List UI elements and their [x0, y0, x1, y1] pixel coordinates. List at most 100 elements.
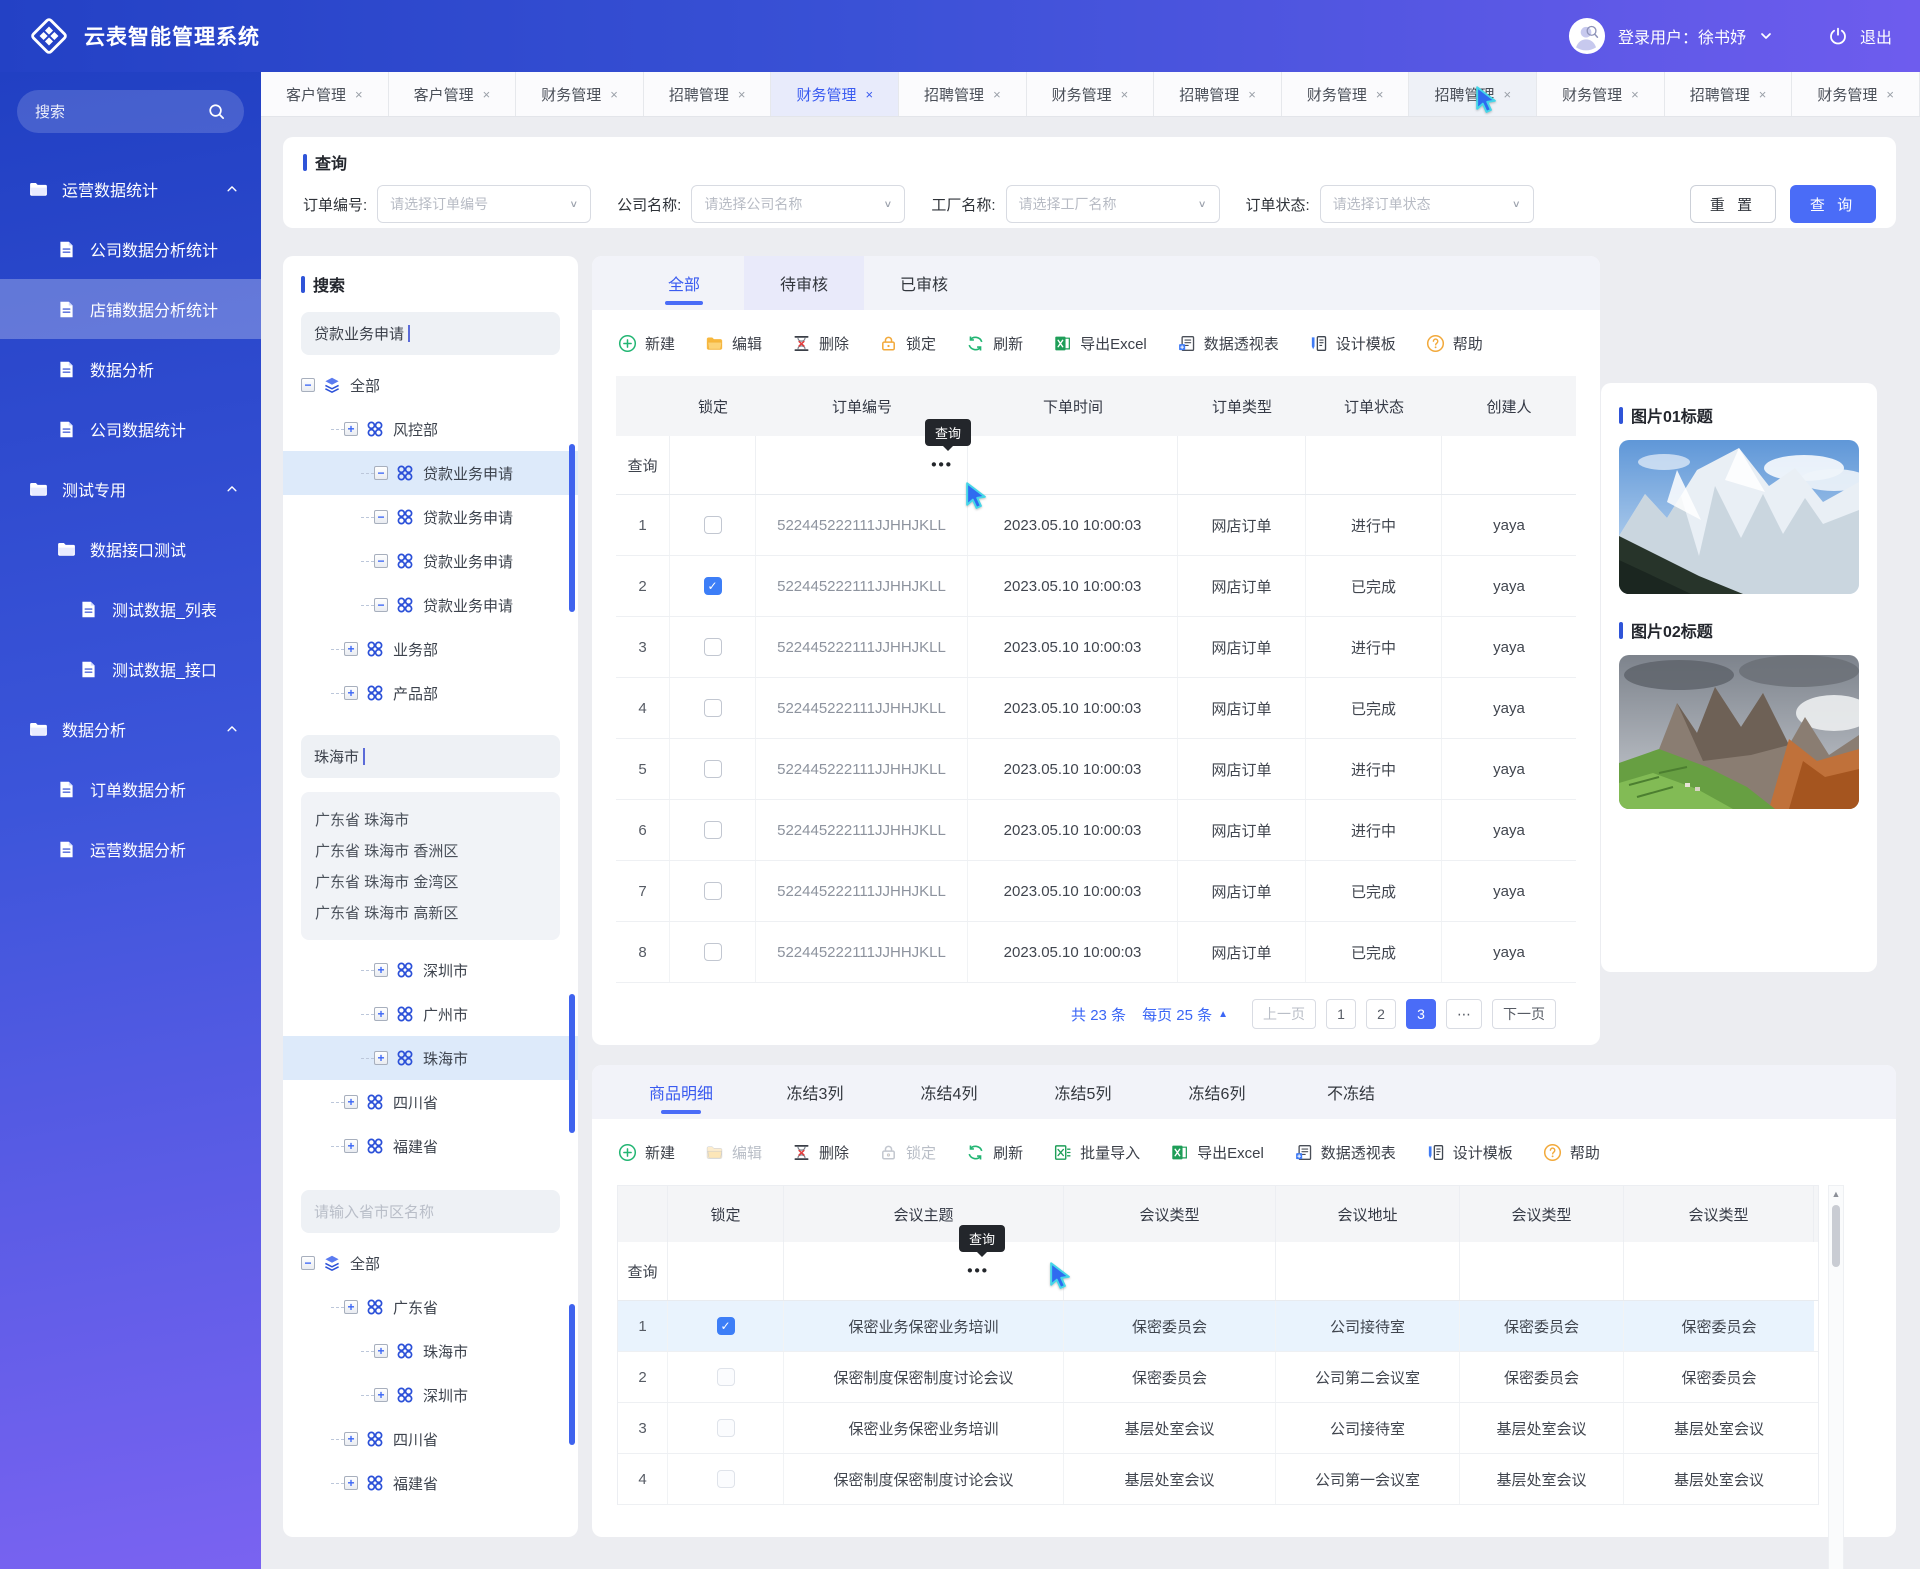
window-tab[interactable]: 财务管理× [1282, 72, 1410, 116]
tree-node[interactable]: +深圳市 [283, 948, 578, 992]
tree-node[interactable]: +产品部 [283, 671, 578, 715]
lock-checkbox[interactable] [717, 1317, 735, 1335]
tree-node[interactable]: +四川省 [283, 1080, 578, 1124]
tree-node[interactable]: −贷款业务申请 [283, 451, 578, 495]
filter-cell[interactable] [1460, 1242, 1624, 1300]
expand-plus-icon[interactable]: + [374, 1051, 388, 1065]
lock-checkbox[interactable] [704, 760, 722, 778]
lock-checkbox[interactable] [717, 1419, 735, 1437]
tree-node[interactable]: +珠海市 [283, 1036, 578, 1080]
window-tab[interactable]: 财务管理× [1027, 72, 1155, 116]
tree-node[interactable]: +风控部 [283, 407, 578, 451]
filter-cell[interactable] [670, 436, 756, 494]
window-tab[interactable]: 财务管理× [516, 72, 644, 116]
window-tab[interactable]: 客户管理× [389, 72, 517, 116]
toolbar-button-design-template[interactable]: 设计模板 [1426, 1142, 1513, 1163]
tab-close-icon[interactable]: × [610, 87, 618, 102]
panel-tab[interactable]: 冻结3列 [760, 1065, 870, 1119]
page-button[interactable]: 2 [1366, 999, 1396, 1029]
tree-node[interactable]: +四川省 [283, 1417, 578, 1461]
collapse-minus-icon[interactable]: − [374, 598, 388, 612]
lock-checkbox[interactable] [717, 1368, 735, 1386]
tree-search-input-1[interactable]: 贷款业务申请 [301, 312, 560, 355]
sidebar-item[interactable]: 测试数据_列表 [0, 579, 261, 639]
query-select[interactable]: 请选择订单状态∨ [1320, 185, 1534, 223]
chevron-up-icon[interactable] [225, 482, 239, 496]
panel-tab[interactable]: 待审核 [744, 256, 864, 310]
region-suggestion-item[interactable]: 广东省 珠海市 金湾区 [315, 866, 546, 897]
tree-node[interactable]: +广东省 [283, 1285, 578, 1329]
collapse-minus-icon[interactable]: − [374, 510, 388, 524]
tree-scrollbar[interactable] [569, 1304, 575, 1445]
filter-cell[interactable] [1064, 1242, 1276, 1300]
tree-scrollbar[interactable] [569, 444, 575, 612]
search-button[interactable]: 查 询 [1790, 185, 1876, 223]
chevron-down-icon[interactable] [1758, 28, 1774, 44]
page-button[interactable]: 1 [1326, 999, 1356, 1029]
lock-checkbox[interactable] [704, 699, 722, 717]
expand-plus-icon[interactable]: + [374, 1344, 388, 1358]
tab-close-icon[interactable]: × [1248, 87, 1256, 102]
toolbar-button-refresh[interactable]: 刷新 [966, 333, 1023, 354]
sidebar-item[interactable]: 数据分析 [0, 339, 261, 399]
tab-close-icon[interactable]: × [865, 87, 873, 102]
chevron-up-icon[interactable] [225, 182, 239, 196]
more-options-button[interactable]: ••• [931, 457, 953, 474]
expand-plus-icon[interactable]: + [374, 1388, 388, 1402]
page-button[interactable]: 3 [1406, 999, 1436, 1029]
tree-search-input-3[interactable]: 请输入省市区名称 [301, 1190, 560, 1233]
lock-checkbox[interactable] [704, 638, 722, 656]
window-tab[interactable]: 招聘管理× [644, 72, 772, 116]
filter-cell[interactable] [1624, 1242, 1814, 1300]
lock-checkbox[interactable] [704, 882, 722, 900]
tab-close-icon[interactable]: × [355, 87, 363, 102]
toolbar-button-plus-circle[interactable]: 新建 [618, 333, 675, 354]
panel-tab[interactable]: 冻结4列 [894, 1065, 1004, 1119]
tree-scrollbar[interactable] [569, 994, 575, 1133]
sidebar-search-input[interactable]: 搜索 [17, 90, 244, 133]
lock-checkbox[interactable] [704, 821, 722, 839]
filter-cell[interactable]: 查询••• [756, 436, 968, 494]
sidebar-item[interactable]: 运营数据分析 [0, 819, 261, 879]
tree-search-input-2[interactable]: 珠海市 [301, 735, 560, 778]
expand-plus-icon[interactable]: + [344, 1139, 358, 1153]
more-options-button[interactable]: ••• [967, 1263, 989, 1280]
tree-node[interactable]: −贷款业务申请 [283, 539, 578, 583]
toolbar-button-help[interactable]: 帮助 [1543, 1142, 1600, 1163]
tab-close-icon[interactable]: × [1759, 87, 1767, 102]
query-select[interactable]: 请选择订单编号∨ [377, 185, 591, 223]
tab-close-icon[interactable]: × [483, 87, 491, 102]
toolbar-button-plus-circle[interactable]: 新建 [618, 1142, 675, 1163]
toolbar-button-design-template[interactable]: 设计模板 [1309, 333, 1396, 354]
tab-close-icon[interactable]: × [1886, 87, 1894, 102]
expand-plus-icon[interactable]: + [344, 686, 358, 700]
tree-node[interactable]: +广州市 [283, 992, 578, 1036]
filter-cell[interactable] [1276, 1242, 1460, 1300]
window-tab[interactable]: 招聘管理× [899, 72, 1027, 116]
tab-close-icon[interactable]: × [1631, 87, 1639, 102]
filter-cell[interactable] [1306, 436, 1442, 494]
sidebar-item[interactable]: 公司数据统计 [0, 399, 261, 459]
expand-plus-icon[interactable]: + [344, 1432, 358, 1446]
scrollbar-thumb[interactable] [1832, 1205, 1840, 1267]
query-select[interactable]: 请选择工厂名称∨ [1006, 185, 1220, 223]
filter-cell[interactable]: 查询••• [784, 1242, 1064, 1300]
tab-close-icon[interactable]: × [1504, 87, 1512, 102]
expand-plus-icon[interactable]: + [374, 1007, 388, 1021]
tree-node[interactable]: +福建省 [283, 1461, 578, 1505]
scroll-up-arrow-icon[interactable]: ▲ [1832, 1189, 1841, 1199]
filter-cell[interactable] [668, 1242, 784, 1300]
prev-page-button[interactable]: 上一页 [1252, 999, 1316, 1029]
expand-plus-icon[interactable]: + [344, 1476, 358, 1490]
panel-tab[interactable]: 全部 [624, 256, 744, 310]
toolbar-button-pivot-table[interactable]: 数据透视表 [1294, 1142, 1396, 1163]
toolbar-button-delete[interactable]: 删除 [792, 1142, 849, 1163]
tree-node[interactable]: −贷款业务申请 [283, 583, 578, 627]
tree-node[interactable]: −全部 [283, 1241, 578, 1285]
search-icon[interactable] [207, 102, 226, 121]
sidebar-item[interactable]: 数据接口测试 [0, 519, 261, 579]
expand-plus-icon[interactable]: + [344, 1300, 358, 1314]
region-suggestion-item[interactable]: 广东省 珠海市 香洲区 [315, 835, 546, 866]
panel-tab[interactable]: 冻结5列 [1028, 1065, 1138, 1119]
collapse-minus-icon[interactable]: − [301, 378, 315, 392]
